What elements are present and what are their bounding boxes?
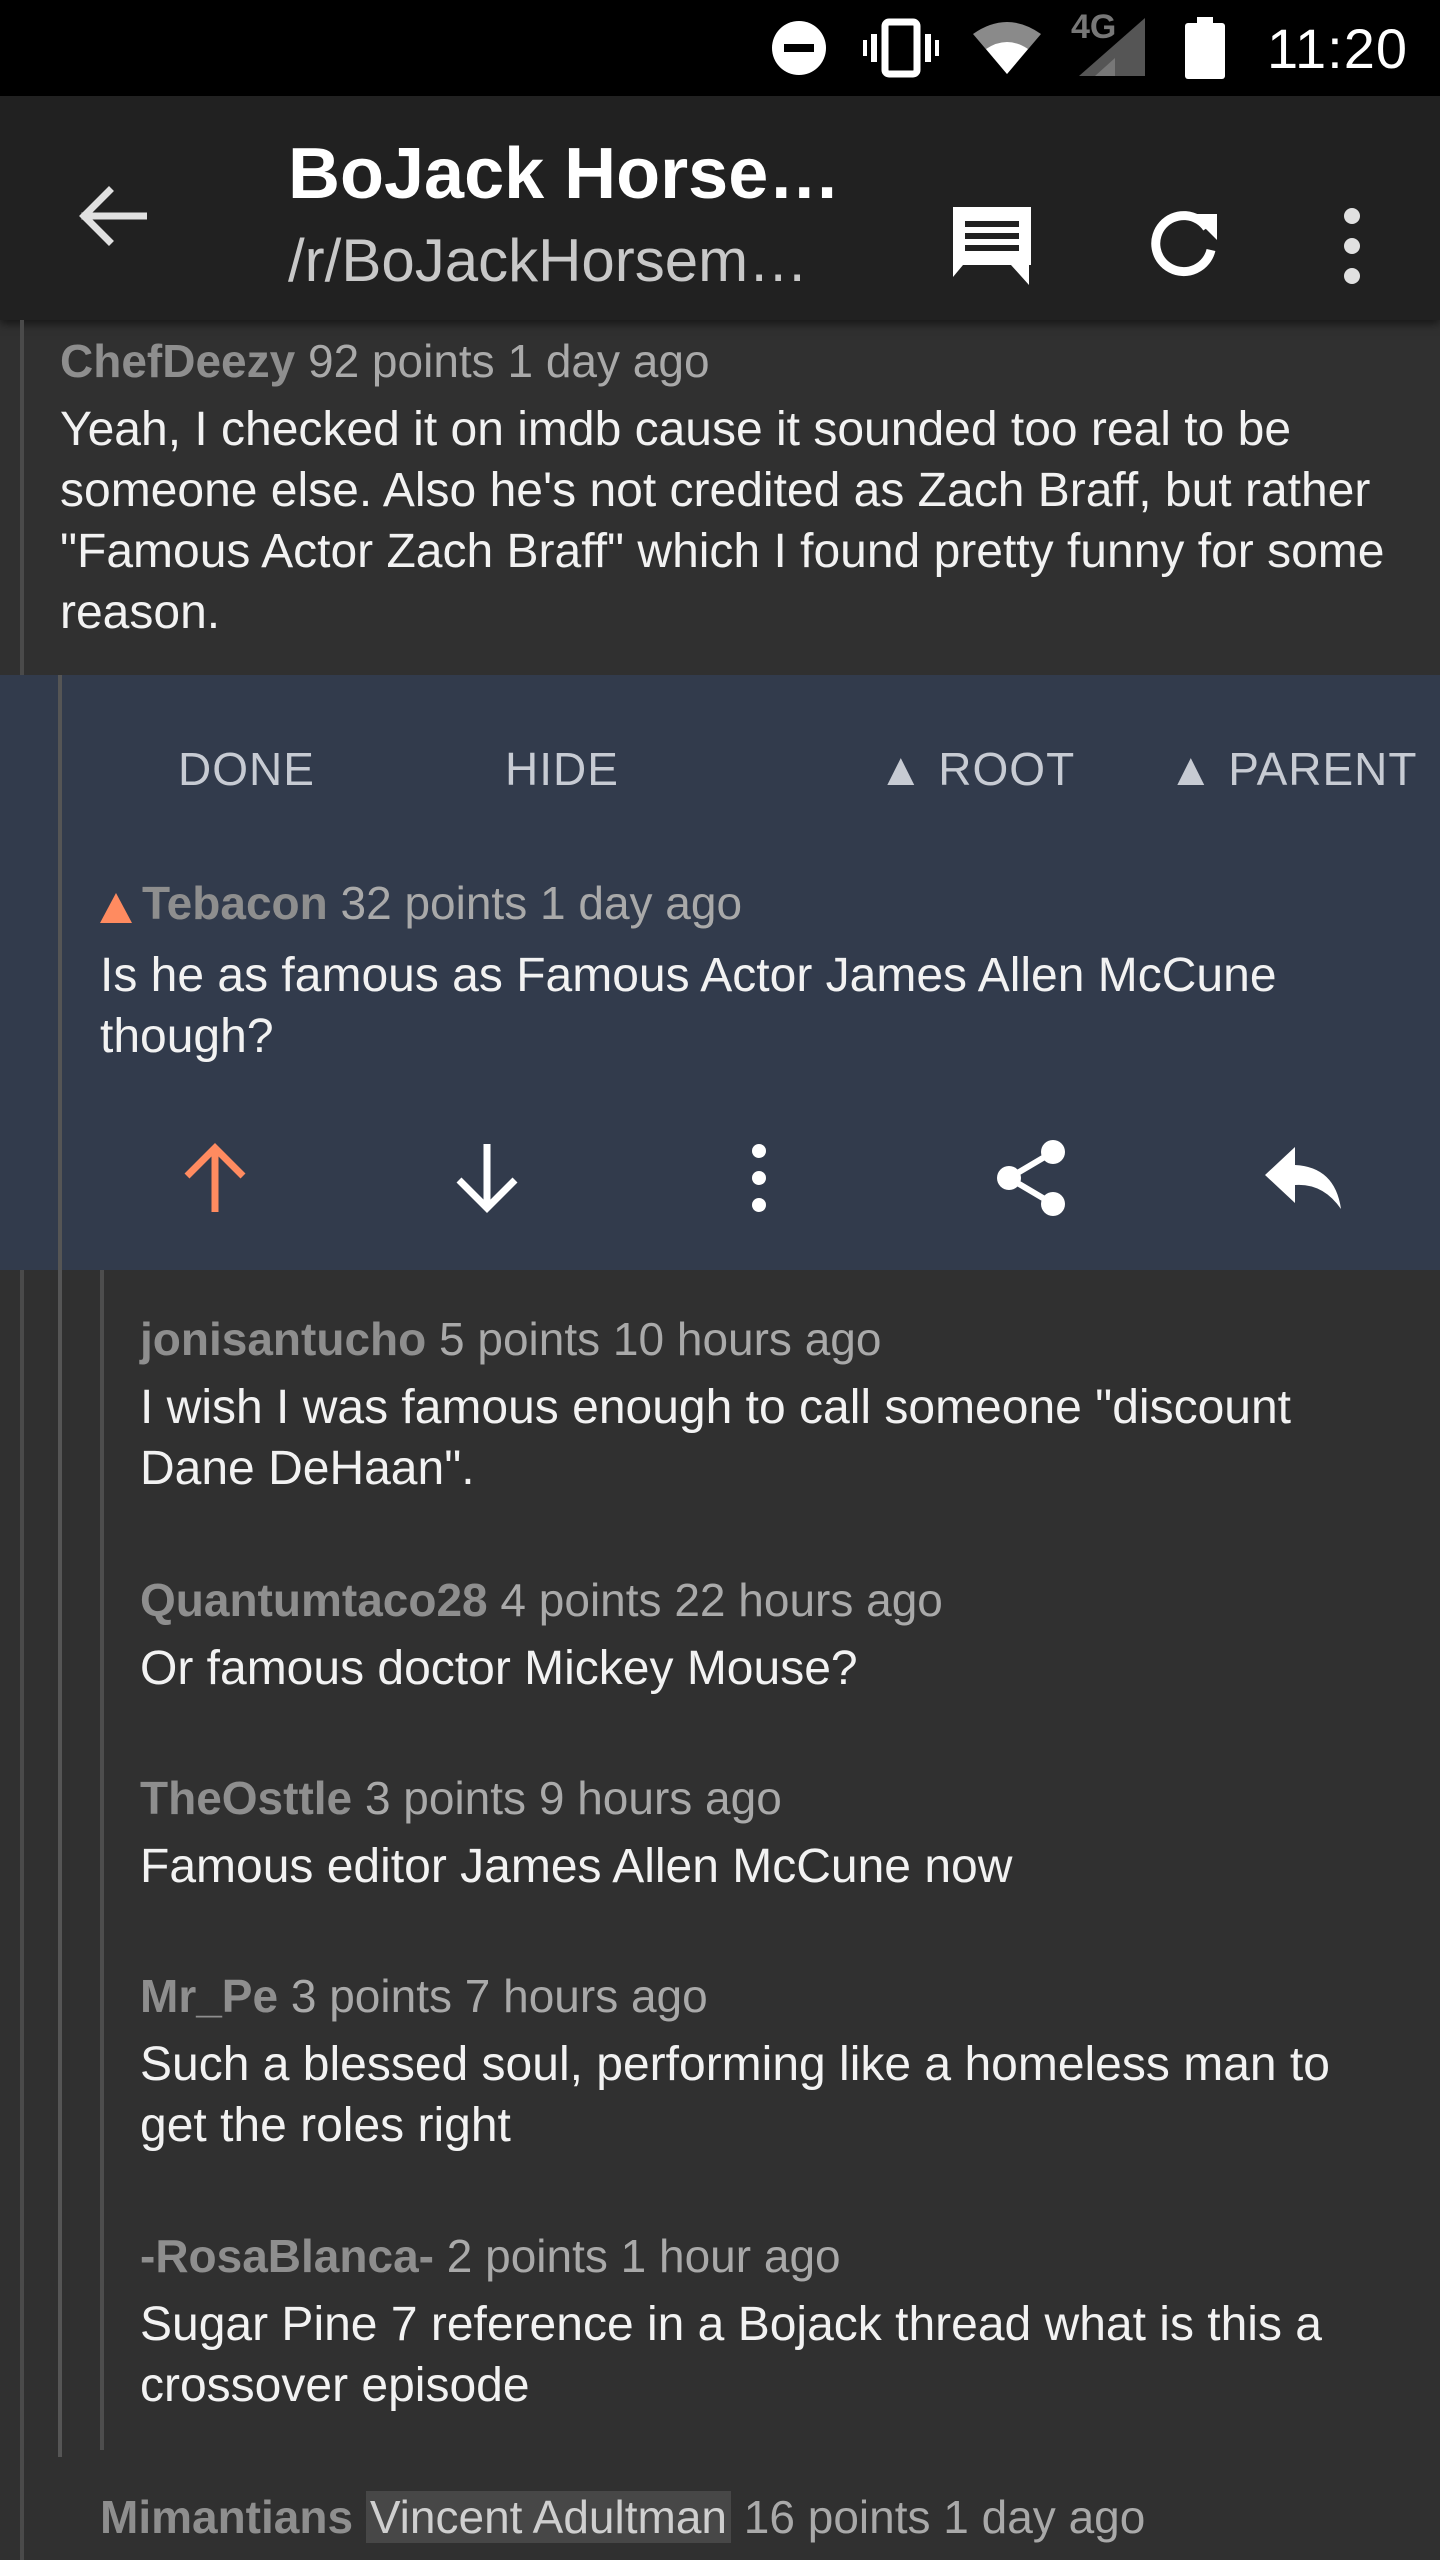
- status-time: 11:20: [1267, 16, 1408, 80]
- refresh-button[interactable]: [1128, 193, 1238, 303]
- more-options-button[interactable]: [1297, 193, 1407, 303]
- comment-reply[interactable]: TheOsttle 3 points 9 hours ago Famous ed…: [140, 1770, 1400, 1897]
- comment-age: 1 day ago: [540, 877, 743, 929]
- comment-meta: Quantumtaco28 4 points 22 hours ago: [140, 1572, 1400, 1628]
- parent-button[interactable]: ▲ PARENT: [1168, 742, 1417, 796]
- comment-action-icons: [60, 1120, 1440, 1240]
- comment-meta: jonisantucho 5 points 10 hours ago: [140, 1311, 1400, 1367]
- comment-meta: -RosaBlanca- 2 points 1 hour ago: [140, 2228, 1400, 2284]
- more-vert-icon: [747, 1143, 771, 1218]
- comment-age: 7 hours ago: [464, 1970, 708, 2022]
- comment-body: Sugar Pine 7 reference in a Bojack threa…: [140, 2298, 1322, 2412]
- comment-author[interactable]: TheOsttle: [140, 1772, 352, 1824]
- comments-button[interactable]: [937, 193, 1047, 303]
- network-type-label: 4G: [1071, 8, 1117, 46]
- wifi-icon: [973, 20, 1042, 76]
- comment-age: 22 hours ago: [674, 1574, 943, 1626]
- root-button[interactable]: ▲ ROOT: [878, 742, 1075, 796]
- comment-age: 1 hour ago: [620, 2230, 841, 2282]
- battery-icon: [1183, 17, 1227, 79]
- comment-points: 4 points: [500, 1574, 662, 1626]
- dnd-icon: [769, 18, 829, 78]
- comment-body: I wish I was famous enough to call someo…: [140, 1381, 1291, 1495]
- subreddit-name[interactable]: /r/BoJackHorsem…: [288, 224, 868, 298]
- downvote-arrow-icon: [451, 1142, 523, 1219]
- upvote-arrow-icon: [179, 1142, 251, 1219]
- share-button[interactable]: [971, 1120, 1091, 1240]
- comment-points: 32 points: [340, 877, 528, 929]
- comment-next[interactable]: Mimantians Vincent Adultman 16 points 1 …: [100, 2489, 1400, 2545]
- comment-more-button[interactable]: [699, 1120, 819, 1240]
- comment-body: Famous editor James Allen McCune now: [140, 1840, 1013, 1893]
- comment-author[interactable]: jonisantucho: [140, 1313, 426, 1365]
- comment-icon: [949, 203, 1035, 294]
- comment-age: 9 hours ago: [538, 1772, 782, 1824]
- done-button[interactable]: DONE: [178, 742, 315, 796]
- more-vert-icon: [1337, 206, 1367, 291]
- comment-author[interactable]: ChefDeezy: [60, 335, 295, 387]
- toolbar-titles: BoJack Horse… /r/BoJackHorsem…: [288, 124, 868, 298]
- comment-selected[interactable]: Tebacon 32 points 1 day ago Is he as fam…: [100, 875, 1400, 1067]
- thread-rail: [20, 320, 24, 2560]
- comment-author[interactable]: Tebacon: [142, 877, 328, 929]
- reply-icon: [1263, 1143, 1343, 1218]
- toolbar: BoJack Horse… /r/BoJackHorsem…: [0, 96, 1440, 320]
- comment-points: 3 points: [364, 1772, 527, 1824]
- comment-body: Is he as famous as Famous Actor James Al…: [100, 948, 1277, 1063]
- comment-meta: Mr_Pe 3 points 7 hours ago: [140, 1968, 1400, 2024]
- comment-points: 3 points: [290, 1970, 452, 2022]
- signal-icon: 4G: [1071, 8, 1149, 78]
- comment-meta: Mimantians Vincent Adultman 16 points 1 …: [100, 2489, 1400, 2545]
- comment-age: 1 day ago: [943, 2491, 1146, 2543]
- user-flair: Vincent Adultman: [365, 2491, 732, 2543]
- comment-body: Yeah, I checked it on imdb cause it soun…: [60, 403, 1385, 639]
- share-icon: [991, 1138, 1071, 1223]
- reply-button[interactable]: [1243, 1120, 1363, 1240]
- upvote-button[interactable]: [155, 1120, 275, 1240]
- vibrate-icon: [863, 18, 940, 78]
- comment-meta: ChefDeezy 92 points 1 day ago: [60, 333, 1400, 389]
- back-button[interactable]: [62, 168, 162, 268]
- comment-author[interactable]: Quantumtaco28: [140, 1574, 488, 1626]
- comment-points: 5 points: [439, 1313, 601, 1365]
- thread-rail-level3: [100, 1270, 104, 2450]
- comment-points: 16 points: [743, 2491, 931, 2543]
- comment-body: Such a blessed soul, performing like a h…: [140, 2038, 1330, 2152]
- back-arrow-icon: [77, 185, 149, 251]
- refresh-icon: [1143, 206, 1223, 291]
- status-bar: 4G 11:20: [0, 0, 1440, 96]
- downvote-button[interactable]: [427, 1120, 547, 1240]
- comment-nav-bar: DONE HIDE ▲ ROOT ▲ PARENT: [60, 732, 1440, 812]
- comment-reply[interactable]: jonisantucho 5 points 10 hours ago I wis…: [140, 1311, 1400, 1499]
- comment-points: 2 points: [446, 2230, 608, 2282]
- comment-meta: TheOsttle 3 points 9 hours ago: [140, 1770, 1400, 1826]
- comment-reply[interactable]: Quantumtaco28 4 points 22 hours ago Or f…: [140, 1572, 1400, 1699]
- thread-rail-level2: [58, 675, 62, 2457]
- page-title: BoJack Horse…: [288, 134, 841, 214]
- comment-author[interactable]: Mr_Pe: [140, 1970, 278, 2022]
- comment-age: 1 day ago: [507, 335, 710, 387]
- comment-body: Or famous doctor Mickey Mouse?: [140, 1642, 858, 1695]
- comment-points: 92 points: [307, 335, 495, 387]
- comment-reply[interactable]: Mr_Pe 3 points 7 hours ago Such a blesse…: [140, 1968, 1400, 2156]
- comment-meta: Tebacon 32 points 1 day ago: [100, 875, 1400, 935]
- comment-reply[interactable]: -RosaBlanca- 2 points 1 hour ago Sugar P…: [140, 2228, 1400, 2416]
- comment-author[interactable]: -RosaBlanca-: [140, 2230, 434, 2282]
- hide-button[interactable]: HIDE: [505, 742, 619, 796]
- screen: 4G 11:20 BoJack Horse… /r/BoJackHorsem…: [0, 0, 1440, 2560]
- comment-parent[interactable]: ChefDeezy 92 points 1 day ago Yeah, I ch…: [60, 333, 1400, 643]
- upvoted-indicator-icon: [100, 879, 132, 935]
- comment-age: 10 hours ago: [612, 1313, 882, 1365]
- comment-author[interactable]: Mimantians: [100, 2491, 353, 2543]
